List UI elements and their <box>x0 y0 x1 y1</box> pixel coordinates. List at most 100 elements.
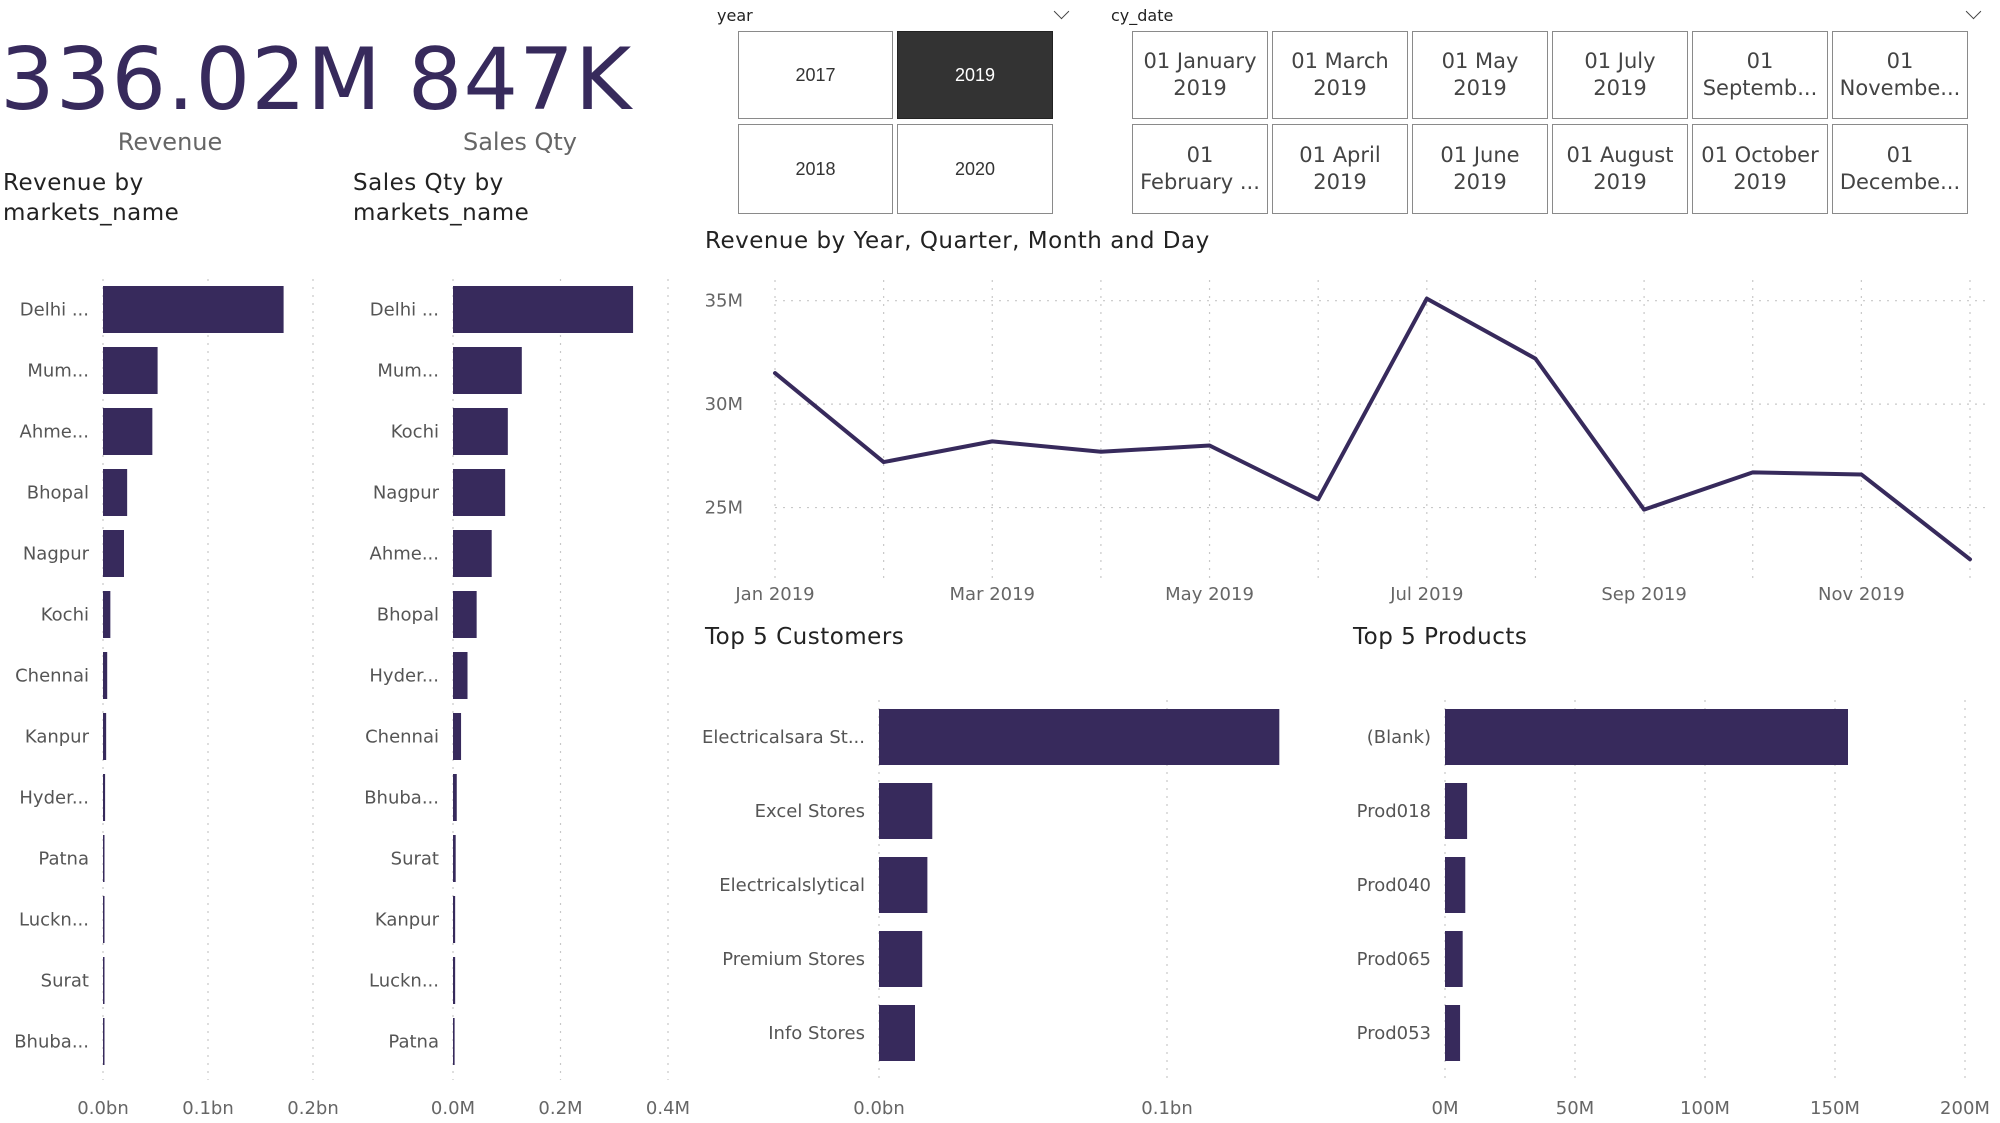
category-label: Bhopal <box>27 483 89 504</box>
top5-products-chart: 0M 50M 100M 150M 200M (Blank) Prod018 Prod040 Pr… <box>1357 700 1990 1119</box>
year-option-2019[interactable]: 2019 <box>897 31 1053 119</box>
x-tick-label: Jan 2019 <box>734 584 814 605</box>
date-option[interactable]: 01 Novembe... <box>1832 31 1968 119</box>
bar <box>1445 931 1463 987</box>
category-label: Kanpur <box>25 727 90 748</box>
revenue-kpi-value: 336.02M <box>0 30 383 130</box>
category-label: Bhopal <box>377 605 439 626</box>
date-option[interactable]: 01 June 2019 <box>1412 124 1548 214</box>
date-option[interactable]: 01 March 2019 <box>1272 31 1408 119</box>
x-tick-label: 0.4M <box>646 1098 690 1119</box>
x-tick-label: 50M <box>1556 1098 1594 1119</box>
chevron-down-icon[interactable] <box>1053 3 1070 20</box>
revenue-by-market-title-line2: markets_name <box>3 200 180 226</box>
sales-qty-by-market-title: Sales Qty by markets_name <box>353 168 529 228</box>
y-tick-label: 30M <box>705 394 743 415</box>
y-tick-label: 35M <box>705 291 743 312</box>
category-label: Patna <box>38 849 89 870</box>
category-label: Hyder... <box>19 788 89 809</box>
x-tick-label: Sep 2019 <box>1601 584 1686 605</box>
bar <box>879 1005 915 1061</box>
bar <box>453 652 468 699</box>
x-tick-label: Nov 2019 <box>1818 584 1905 605</box>
chevron-down-icon[interactable] <box>1965 3 1982 20</box>
date-option[interactable]: 01 April 2019 <box>1272 124 1408 214</box>
x-tick-label: 0M <box>1432 1098 1459 1119</box>
revenue-trend-title: Revenue by Year, Quarter, Month and Day <box>705 228 1210 254</box>
bar <box>1445 709 1848 765</box>
category-label: Bhuba... <box>364 788 439 809</box>
bar <box>453 286 634 333</box>
x-tick-label: 0.0bn <box>853 1098 904 1119</box>
cy-date-slicer-header: cy_date <box>1111 6 1174 25</box>
date-option[interactable]: 01 October 2019 <box>1692 124 1828 214</box>
year-option-2018[interactable]: 2018 <box>738 124 893 214</box>
revenue-kpi-label: Revenue <box>117 128 223 156</box>
category-label: Electricalslytical <box>719 875 865 896</box>
bar <box>453 530 492 577</box>
x-tick-label: 0.2M <box>538 1098 582 1119</box>
year-option-2017[interactable]: 2017 <box>738 31 893 119</box>
bar <box>453 347 522 394</box>
category-label: Luckn... <box>19 910 89 931</box>
bar <box>103 469 128 516</box>
bar <box>103 957 105 1004</box>
sales-qty-kpi-label: Sales Qty <box>462 128 577 156</box>
x-tick-label: 200M <box>1940 1098 1990 1119</box>
sales-qty-by-market-title-line2: markets_name <box>353 200 530 226</box>
x-tick-label: 0.0bn <box>77 1098 128 1119</box>
top5-customers-chart: 0.0bn 0.1bn Electricalsara St... Excel Stor… <box>702 700 1280 1119</box>
category-label: (Blank) <box>1367 727 1431 748</box>
category-label: Info Stores <box>768 1023 865 1044</box>
bar <box>453 957 456 1004</box>
date-option[interactable]: 01 August 2019 <box>1552 124 1688 214</box>
bar <box>103 652 108 699</box>
category-label: Nagpur <box>23 544 90 565</box>
x-tick-label: Mar 2019 <box>950 584 1036 605</box>
bar <box>103 286 284 333</box>
x-tick-label: May 2019 <box>1165 584 1254 605</box>
bar <box>103 591 111 638</box>
date-option[interactable]: 01 Septemb... <box>1692 31 1828 119</box>
revenue-by-market-title-line1: Revenue by <box>3 170 144 196</box>
bar <box>453 774 457 821</box>
x-tick-label: 100M <box>1680 1098 1730 1119</box>
top5-customers-title: Top 5 Customers <box>705 624 905 650</box>
bar <box>453 896 456 943</box>
category-label: Nagpur <box>373 483 440 504</box>
bar <box>1445 857 1466 913</box>
category-label: Prod065 <box>1357 949 1431 970</box>
category-label: Prod040 <box>1357 875 1431 896</box>
bar <box>103 530 124 577</box>
bar <box>1445 1005 1461 1061</box>
series-line <box>773 296 1972 562</box>
bar <box>879 709 1280 765</box>
bar <box>879 783 933 839</box>
category-label: Prod018 <box>1357 801 1431 822</box>
date-option[interactable]: 01 January 2019 <box>1132 31 1268 119</box>
sales-qty-by-market-chart: 0.0M 0.2M 0.4M Delhi ... Mum... Kochi Nagpur Ah… <box>364 279 690 1119</box>
date-option[interactable]: 01 May 2019 <box>1412 31 1548 119</box>
year-slicer-header: year <box>717 6 753 25</box>
date-option[interactable]: 01 Decembe... <box>1832 124 1968 214</box>
sales-qty-kpi-value: 847K <box>407 30 633 130</box>
bar <box>453 591 477 638</box>
category-label: Ahme... <box>20 422 90 443</box>
bar <box>453 835 456 882</box>
date-option[interactable]: 01 February ... <box>1132 124 1268 214</box>
category-label: Premium Stores <box>722 949 865 970</box>
bar <box>103 774 106 821</box>
category-label: Surat <box>391 849 439 870</box>
bar <box>103 1018 105 1065</box>
category-label: Chennai <box>365 727 439 748</box>
x-tick-label: 0.1bn <box>182 1098 233 1119</box>
category-label: Surat <box>41 971 89 992</box>
revenue-by-market-title: Revenue by markets_name <box>3 168 179 228</box>
category-label: Chennai <box>15 666 89 687</box>
category-label: Hyder... <box>369 666 439 687</box>
year-option-2020[interactable]: 2020 <box>897 124 1053 214</box>
date-option[interactable]: 01 July 2019 <box>1552 31 1688 119</box>
category-label: Luckn... <box>369 971 439 992</box>
category-label: Kochi <box>391 422 439 443</box>
bar <box>453 408 508 455</box>
